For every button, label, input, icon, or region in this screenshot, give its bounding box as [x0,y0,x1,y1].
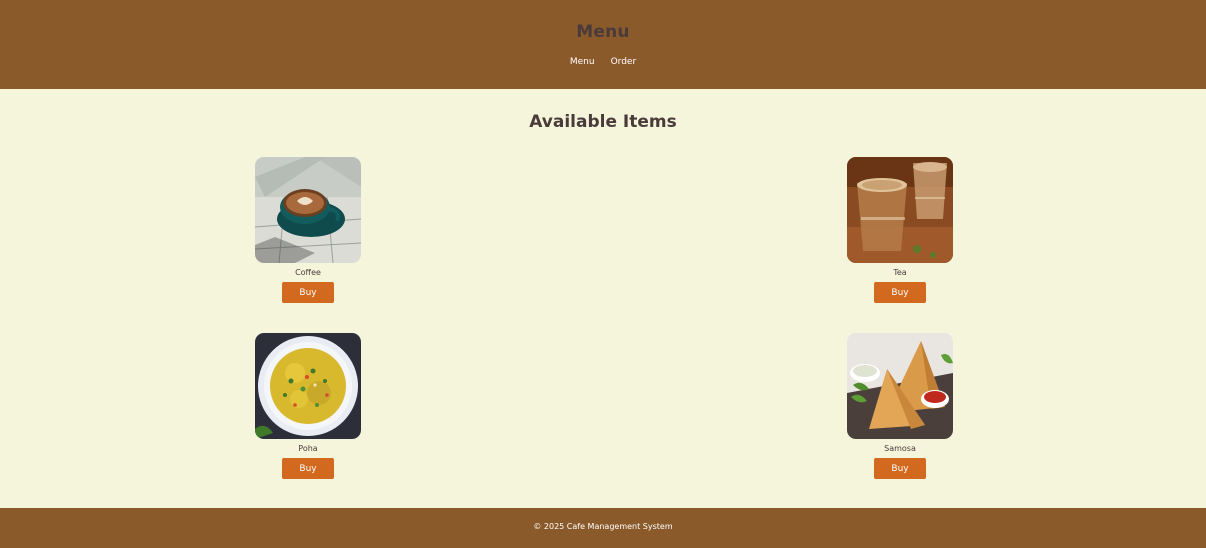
item-name: Poha [298,444,318,453]
section-title: Available Items [529,112,677,132]
nav-link-order[interactable]: Order [611,57,637,67]
site-footer: © 2025 Cafe Management System [0,508,1206,548]
menu-item-samosa: Samosa Buy [847,333,953,479]
buy-tea-button[interactable]: Buy [874,282,926,303]
main-nav: Menu Order [0,57,1206,67]
menu-item-tea: Tea Buy [847,157,953,303]
site-header: Menu Menu Order [0,0,1206,89]
menu-item-coffee: Coffee Buy [255,157,361,303]
tea-image [847,157,953,263]
footer-copyright: © 2025 Cafe Management System [533,522,673,531]
item-name: Samosa [884,444,916,453]
nav-link-menu[interactable]: Menu [570,57,595,67]
item-name: Coffee [295,268,321,277]
menu-item-poha: Poha Buy [255,333,361,479]
item-name: Tea [893,268,907,277]
page-title: Menu [576,22,630,42]
buy-poha-button[interactable]: Buy [282,458,334,479]
samosa-image [847,333,953,439]
buy-coffee-button[interactable]: Buy [282,282,334,303]
poha-image [255,333,361,439]
buy-samosa-button[interactable]: Buy [874,458,926,479]
coffee-image [255,157,361,263]
